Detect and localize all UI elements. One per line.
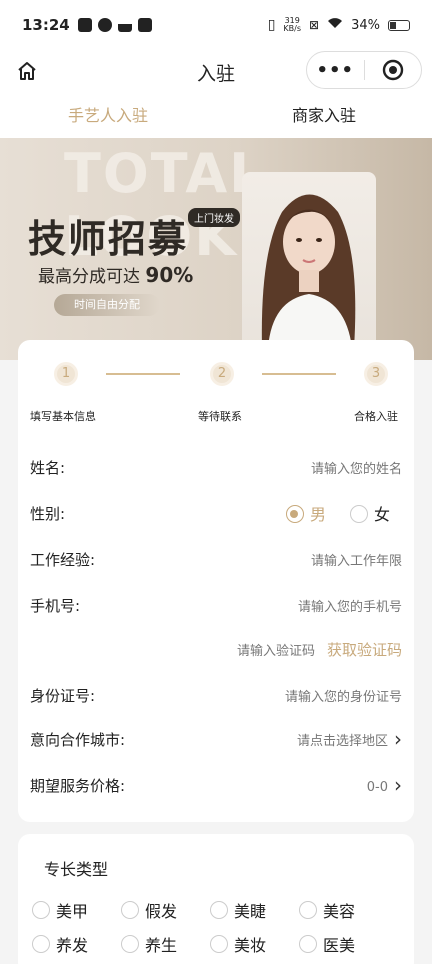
- phone-input[interactable]: 请输入您的手机号: [298, 596, 402, 615]
- banner-headline: 技师招募: [28, 217, 189, 261]
- skill-label: 医美: [323, 936, 356, 955]
- skills-grid: 美甲 假发 美睫 美容 养发 养生 美妆 医美: [32, 898, 412, 956]
- gender-label: 性别:: [30, 504, 66, 523]
- battery-percent: 34%: [351, 17, 380, 33]
- join-type-tabs: 手艺人入驻 商家入驻: [0, 94, 432, 138]
- skill-label: 美容: [323, 902, 356, 921]
- step-2-label: 等待联系: [198, 410, 242, 423]
- banner-tag: 上门妆发: [188, 208, 240, 227]
- status-time: 13:24: [22, 16, 70, 34]
- experience-input[interactable]: 请输入工作年限: [311, 550, 402, 569]
- vibrate-icon: ▯: [267, 17, 276, 33]
- skill-option[interactable]: 美甲: [32, 898, 121, 922]
- progress-steps: 1 2 3 填写基本信息 等待联系 合格入驻: [18, 354, 414, 424]
- page-title: 入驻: [196, 62, 235, 85]
- skill-option[interactable]: 养发: [32, 932, 121, 956]
- radio-unchecked-icon: [121, 901, 139, 919]
- skill-option[interactable]: 美容: [299, 898, 388, 922]
- nav-bar: 入驻 •••: [0, 50, 432, 94]
- price-picker[interactable]: 0-0: [367, 773, 402, 797]
- tiktok-icon: [77, 18, 92, 32]
- city-label: 意向合作城市:: [30, 730, 126, 749]
- application-form: 1 2 3 填写基本信息 等待联系 合格入驻 姓名: 请输入您的姓名 性别: 男…: [18, 340, 414, 822]
- crown-icon: [117, 18, 132, 32]
- phone-row: 手机号: 请输入您的手机号: [30, 590, 402, 620]
- step-connector: [262, 373, 336, 375]
- gender-female-label: 女: [373, 505, 390, 524]
- skills-title: 专长类型: [44, 860, 109, 879]
- experience-row: 工作经验: 请输入工作年限: [30, 544, 402, 574]
- skill-label: 养发: [56, 936, 89, 955]
- city-picker[interactable]: 请点击选择地区: [297, 727, 402, 751]
- step-1-badge: 1: [54, 362, 78, 386]
- gender-row: 性别: 男 女: [30, 498, 402, 528]
- gender-radio-group: 男 女: [285, 501, 390, 525]
- id-row: 身份证号: 请输入您的身份证号: [30, 680, 402, 710]
- skill-label: 美睫: [234, 902, 267, 921]
- radio-unchecked-icon: [299, 935, 317, 953]
- app-icon: [97, 18, 112, 32]
- name-input[interactable]: 请输入您的姓名: [311, 458, 402, 477]
- id-input[interactable]: 请输入您的身份证号: [285, 686, 402, 705]
- radio-unchecked-icon: [32, 935, 50, 953]
- radio-unchecked-icon: [210, 935, 228, 953]
- sim-off-icon: ⊠: [309, 18, 320, 32]
- name-label: 姓名:: [30, 458, 66, 477]
- target-icon: [382, 59, 403, 81]
- banner-pill: 时间自由分配: [54, 294, 160, 316]
- tab-artisan[interactable]: 手艺人入驻: [0, 94, 216, 138]
- skill-option[interactable]: 假发: [121, 898, 210, 922]
- wifi-icon: [327, 17, 343, 33]
- skill-option[interactable]: 美睫: [210, 898, 299, 922]
- city-row[interactable]: 意向合作城市: 请点击选择地区: [30, 724, 402, 754]
- mini-program-capsule: •••: [306, 51, 422, 89]
- skill-option[interactable]: 养生: [121, 932, 210, 956]
- radio-unchecked-icon: [210, 901, 228, 919]
- skill-option[interactable]: 美妆: [210, 932, 299, 956]
- radio-unchecked-icon: [32, 901, 50, 919]
- step-3-label: 合格入驻: [354, 410, 398, 423]
- recruit-banner: TOTAL LOOK 技师招募 上门妆发 最高分成可达 90% 时间自由分配: [0, 138, 432, 360]
- model-photo: [242, 172, 376, 348]
- radio-unchecked-icon: [349, 505, 368, 523]
- verify-code-input[interactable]: 请输入验证码: [237, 640, 315, 659]
- price-row[interactable]: 期望服务价格: 0-0: [30, 770, 402, 800]
- step-connector: [106, 373, 180, 375]
- gender-female-option[interactable]: 女: [349, 501, 390, 525]
- experience-label: 工作经验:: [30, 550, 96, 569]
- battery-icon: [388, 19, 410, 31]
- step-3-badge: 3: [364, 362, 388, 386]
- more-button[interactable]: •••: [307, 60, 364, 81]
- skills-card: 专长类型 美甲 假发 美睫 美容 养发 养生 美妆 医美: [18, 834, 414, 964]
- tab-merchant[interactable]: 商家入驻: [216, 94, 432, 138]
- skill-label: 美甲: [56, 902, 89, 921]
- status-bar: 13:24 ▯ 319 KB/s ⊠ 34%: [0, 0, 432, 50]
- skill-label: 美妆: [234, 936, 267, 955]
- message-icon: [137, 18, 152, 32]
- status-app-icons: [77, 18, 152, 32]
- get-code-button[interactable]: 获取验证码: [327, 639, 402, 660]
- radio-unchecked-icon: [121, 935, 139, 953]
- gender-male-label: 男: [309, 505, 326, 524]
- price-label: 期望服务价格:: [30, 776, 126, 795]
- radio-unchecked-icon: [299, 901, 317, 919]
- banner-subline-value: 90%: [145, 263, 194, 287]
- phone-label: 手机号:: [30, 596, 81, 615]
- home-icon[interactable]: [14, 58, 40, 84]
- skill-label: 假发: [145, 902, 178, 921]
- skill-label: 养生: [145, 936, 178, 955]
- skill-option[interactable]: 医美: [299, 932, 388, 956]
- net-speed: 319 KB/s: [283, 17, 301, 33]
- banner-subline-prefix: 最高分成可达: [38, 267, 140, 287]
- step-2-badge: 2: [210, 362, 234, 386]
- net-speed-unit: KB/s: [283, 24, 302, 33]
- name-row: 姓名: 请输入您的姓名: [30, 452, 402, 482]
- gender-male-option[interactable]: 男: [285, 501, 326, 525]
- radio-checked-icon: [285, 505, 304, 523]
- close-target-button[interactable]: [364, 59, 421, 81]
- banner-subline: 最高分成可达 90%: [38, 262, 193, 287]
- verify-code-row: 请输入验证码 获取验证码: [30, 634, 402, 664]
- step-1-label: 填写基本信息: [30, 410, 96, 423]
- id-label: 身份证号:: [30, 686, 96, 705]
